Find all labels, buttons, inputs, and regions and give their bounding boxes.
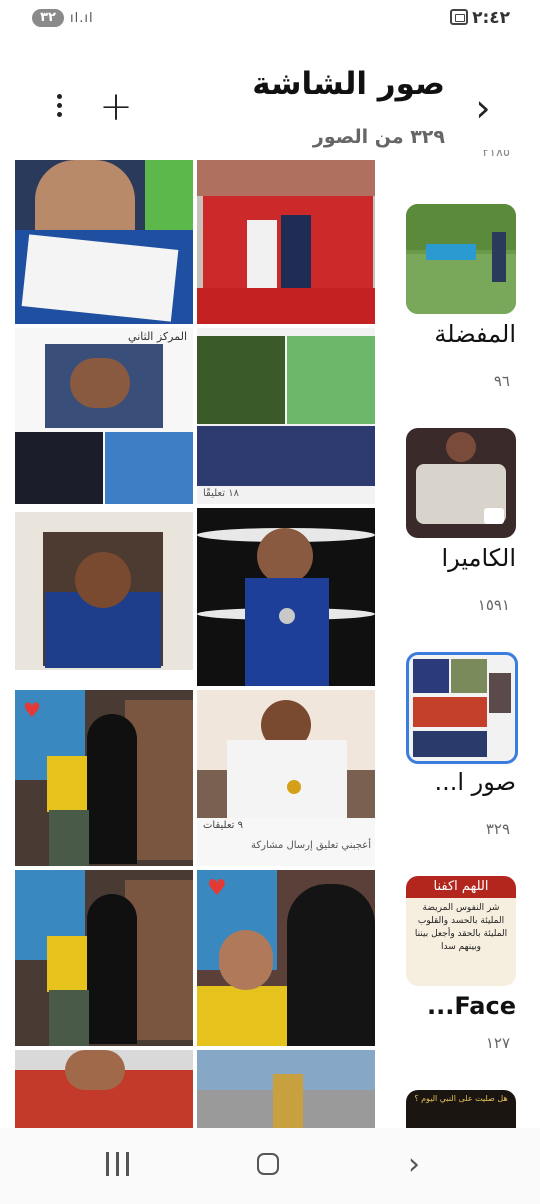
heart-icon: ♥ [207,876,227,901]
signal-icon: ıl.ıl [70,11,94,26]
photo-thumbnail[interactable]: ♥ [15,690,193,866]
photo-thumbnail[interactable]: المركز الثاني [15,328,193,504]
album-thumbnail: اللهم اكفنا شر النفوس المريضة المليئة با… [406,876,516,986]
photo-thumbnail[interactable] [15,160,193,324]
battery-indicator: ٣٢ [32,9,64,27]
album-name: Face... [426,992,516,1020]
banner-title: اللهم اكفنا [406,876,516,898]
album-thumbnail [406,204,516,314]
album-count: ١٢٧ [485,1034,510,1052]
album-item-screenshots[interactable]: صور ا... ٣٢٩ [400,648,518,848]
recents-icon[interactable] [104,1152,132,1176]
camera-icon [484,508,504,524]
comment-count: ٩ تعليقات [203,820,244,831]
post-actions: أعجبني تعليق إرسال مشاركة [251,840,371,851]
status-bar: ٣٢ ıl.ıl ٢:٤٢ [0,0,540,40]
photo-grid: المركز الثاني ١٨ تعليقًا ♥ ٩ تعليقات أعج… [15,160,377,1128]
photo-caption: المركز الثاني [128,330,187,343]
photo-thumbnail[interactable]: ٩ تعليقات أعجبني تعليق إرسال مشاركة [197,690,375,866]
album-item-favorites[interactable]: المفضلة ٩٦ [400,200,516,400]
album-item-facebook[interactable]: اللهم اكفنا شر النفوس المريضة المليئة با… [400,872,516,1072]
album-count: ٣٢٩ [485,820,510,838]
banner-text: شر النفوس المريضة المليئة بالحسد والقلوب… [414,903,508,952]
album-count: ٩٦ [493,372,510,390]
album-count: ١٥٩١ [477,596,510,614]
photo-thumbnail[interactable] [15,870,193,1046]
album-name: الكاميرا [441,544,516,572]
album-partial-count: ٢١٨٥ [482,150,510,160]
album-thumbnail [406,652,518,764]
comment-count: ١٨ تعليقًا [203,488,239,499]
back-icon[interactable]: › [408,1150,434,1180]
photo-thumbnail[interactable] [15,1050,193,1128]
home-icon[interactable] [257,1153,279,1175]
status-time: ٢:٤٢ [472,8,510,28]
photo-thumbnail[interactable]: ♥ [197,870,375,1046]
photo-thumbnail[interactable] [15,512,193,686]
more-vert-icon[interactable] [44,90,74,126]
back-chevron-icon[interactable]: › [465,88,501,128]
photo-thumbnail[interactable] [197,508,375,686]
photo-thumbnail[interactable] [197,1050,375,1128]
photo-count: ٣٢٩ من الصور [312,126,445,148]
album-thumbnail[interactable]: هل صليت على النبي اليوم ؟ [406,1090,516,1128]
album-item-camera[interactable]: الكاميرا ١٥٩١ [400,424,516,624]
page-title: صور الشاشة [252,66,445,102]
album-name: المفضلة [434,320,516,348]
album-banner-text: هل صليت على النبي اليوم ؟ [414,1094,508,1103]
album-name: صور ا... [434,768,516,796]
heart-icon: ♥ [23,698,41,722]
album-thumbnail [406,428,516,538]
add-icon[interactable]: + [98,87,134,128]
photo-thumbnail[interactable] [197,160,375,324]
photo-thumbnail[interactable]: ١٨ تعليقًا [197,328,375,504]
screenshot-icon [450,9,468,25]
